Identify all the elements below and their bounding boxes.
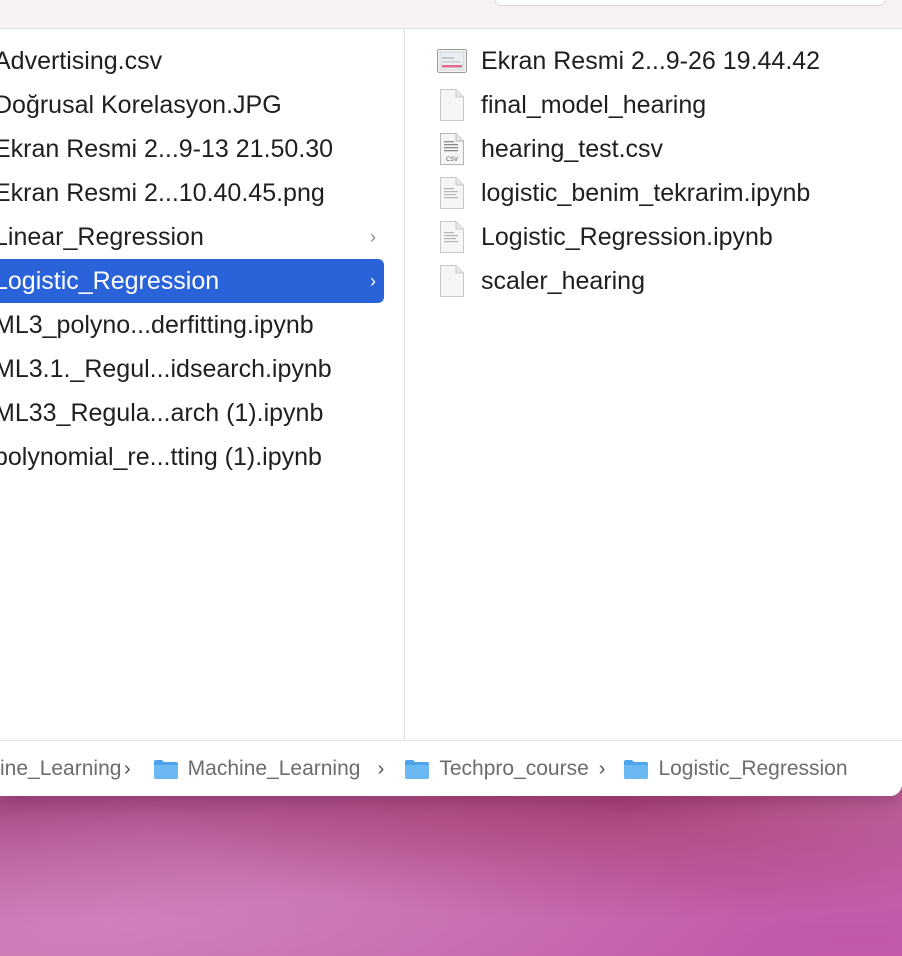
path-crumb-machine-learning[interactable]: Machine_Learning › — [153, 741, 393, 796]
file-row-ekran-resmi-2[interactable]: Ekran Resmi 2...10.40.45.png — [0, 171, 384, 215]
file-row-ml33-regula[interactable]: ML33_Regula...arch (1).ipynb — [0, 391, 384, 435]
csv-icon-text: CSV — [446, 156, 459, 163]
file-label: hearing_test.csv — [481, 134, 664, 163]
column-parent: Advertising.csv Doğrusal Korelasyon.JPG … — [0, 29, 404, 740]
file-row-scaler-hearing[interactable]: scaler_hearing — [437, 259, 897, 303]
file-label: logistic_benim_tekrarim.ipynb — [481, 178, 811, 207]
text-file-icon — [437, 219, 467, 255]
file-row-logistic-regression-ipynb[interactable]: Logistic_Regression.ipynb — [437, 215, 897, 259]
file-label: ML3_polyno...derfitting.ipynb — [0, 310, 314, 339]
file-row-advertising-csv[interactable]: Advertising.csv — [0, 39, 384, 83]
file-row-ml3-1-regul[interactable]: ML3.1._Regul...idsearch.ipynb — [0, 347, 384, 391]
folder-icon — [404, 758, 430, 780]
chevron-right-icon: › — [598, 757, 606, 780]
window-toolbar — [0, 0, 902, 29]
csv-file-icon: CSV — [437, 131, 467, 167]
file-label: ML3.1._Regul...idsearch.ipynb — [0, 354, 332, 383]
file-row-final-model-hearing[interactable]: final_model_hearing — [437, 83, 897, 127]
file-label: scaler_hearing — [481, 266, 645, 295]
file-row-hearing-test-csv[interactable]: CSV hearing_test.csv — [437, 127, 897, 171]
chevron-right-icon: › — [377, 757, 385, 780]
finder-window: Advertising.csv Doğrusal Korelasyon.JPG … — [0, 0, 902, 796]
file-row-ekran-resmi-1[interactable]: Ekran Resmi 2...9-13 21.50.30 — [0, 127, 384, 171]
desktop-wallpaper — [0, 790, 902, 956]
chevron-right-icon: › — [370, 270, 376, 291]
file-label: ML33_Regula...arch (1).ipynb — [0, 398, 324, 427]
path-bar: ine_Learning › Machine_Learning › Techpr… — [0, 740, 902, 796]
blank-file-icon — [437, 87, 467, 123]
column-logistic-regression-contents: Ekran Resmi 2...9-26 19.44.42 final_mode… — [405, 29, 902, 740]
file-label: Logistic_Regression.ipynb — [481, 222, 773, 251]
file-label: Doğrusal Korelasyon.JPG — [0, 90, 282, 119]
chevron-right-icon: › — [124, 757, 131, 780]
path-crumb-parent[interactable]: ine_Learning › — [0, 741, 139, 796]
blank-file-icon — [437, 263, 467, 299]
file-row-dogrusal-korelasyon[interactable]: Doğrusal Korelasyon.JPG — [0, 83, 384, 127]
file-row-ekran-resmi-screenshot[interactable]: Ekran Resmi 2...9-26 19.44.42 — [437, 39, 897, 83]
text-file-icon — [437, 175, 467, 211]
crumb-label: Logistic_Regression — [658, 757, 848, 780]
chevron-right-icon: › — [370, 226, 376, 247]
search-field[interactable] — [494, 0, 886, 6]
file-row-ml3-polyno[interactable]: ML3_polyno...derfitting.ipynb — [0, 303, 384, 347]
file-label: Ekran Resmi 2...9-26 19.44.42 — [481, 46, 821, 75]
folder-label: Linear_Regression — [0, 222, 204, 251]
path-crumb-techpro-course[interactable]: Techpro_course › — [404, 741, 613, 796]
file-label: Ekran Resmi 2...9-13 21.50.30 — [0, 134, 334, 163]
image-file-icon — [437, 43, 467, 79]
crumb-label: ine_Learning — [0, 757, 120, 780]
crumb-label: Machine_Learning — [187, 757, 361, 780]
folder-row-linear-regression[interactable]: Linear_Regression › — [0, 215, 384, 259]
file-row-polynomial-re[interactable]: polynomial_re...tting (1).ipynb — [0, 435, 384, 479]
folder-row-logistic-regression[interactable]: Logistic_Regression › — [0, 259, 384, 303]
file-label: final_model_hearing — [481, 90, 707, 119]
folder-icon — [623, 758, 649, 780]
file-label: Advertising.csv — [0, 46, 163, 75]
file-label: Ekran Resmi 2...10.40.45.png — [0, 178, 325, 207]
path-crumb-logistic-regression[interactable]: Logistic_Regression — [623, 741, 848, 796]
folder-label: Logistic_Regression — [0, 266, 220, 295]
folder-icon — [153, 758, 179, 780]
file-label: polynomial_re...tting (1).ipynb — [0, 442, 322, 471]
file-row-logistic-benim-tekrarim[interactable]: logistic_benim_tekrarim.ipynb — [437, 171, 897, 215]
crumb-label: Techpro_course — [439, 757, 589, 780]
